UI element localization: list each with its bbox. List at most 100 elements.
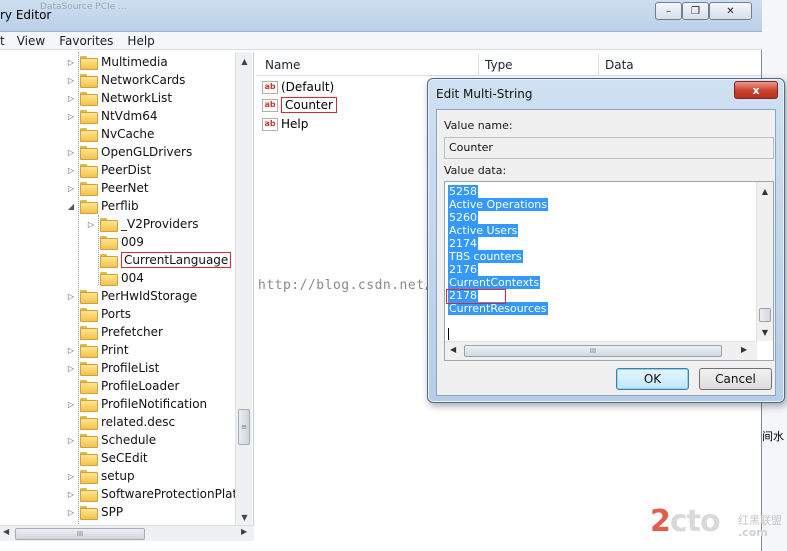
tree-item[interactable]: ◢ Perflib (66, 197, 139, 215)
expand-arrow-icon[interactable]: ▷ (66, 400, 76, 409)
menu-view[interactable]: View (17, 34, 45, 48)
folder-icon (80, 146, 98, 160)
tree-item[interactable]: Prefetcher (66, 323, 163, 341)
menu-favorites[interactable]: Favorites (59, 34, 113, 48)
tree-horizontal-scrollbar[interactable]: ◀ III ▶ (0, 525, 254, 541)
expand-arrow-icon[interactable]: ▷ (66, 166, 76, 175)
folder-icon (80, 506, 98, 520)
tree-item[interactable]: ▷ _V2Providers (86, 215, 199, 233)
ok-button[interactable]: OK (616, 368, 689, 390)
tree-item[interactable]: ProfileLoader (66, 377, 179, 395)
selected-text: TBS counters (448, 250, 523, 263)
folder-icon (80, 164, 98, 178)
value-name-field[interactable]: Counter (444, 137, 774, 159)
tree-item-label: PerHwIdStorage (101, 289, 198, 303)
value-name: Help (281, 117, 309, 131)
list-item-help[interactable]: ab Help (262, 115, 308, 133)
tree-item[interactable]: CurrentLanguage (86, 251, 232, 269)
value-data-label: Value data: (444, 164, 507, 177)
expand-arrow-icon[interactable]: ▷ (66, 436, 76, 445)
menu-help[interactable]: Help (127, 34, 154, 48)
tree-item[interactable]: ▷ OpenGLDrivers (66, 143, 192, 161)
tree-item-label: Ports (101, 307, 132, 321)
data-vertical-scrollbar[interactable]: ▲ ▼ (756, 182, 773, 341)
restore-button[interactable]: ❐ (682, 2, 709, 20)
list-item-counter[interactable]: ab Counter (262, 96, 337, 114)
expand-arrow-icon[interactable]: ▷ (66, 112, 76, 121)
expand-arrow-icon[interactable]: ▷ (86, 220, 96, 229)
string-value-icon: ab (262, 80, 278, 94)
folder-icon (80, 128, 98, 142)
tree-item[interactable]: NvCache (66, 125, 154, 143)
value-data-textarea[interactable]: CurrentResources 2178 CurrentContexts 2176 T… (444, 181, 774, 361)
scroll-left-icon[interactable]: ◀ (3, 527, 9, 536)
tree-item[interactable]: ▷ setup (66, 467, 135, 485)
tree-item[interactable]: ▷ Multimedia (66, 53, 168, 71)
column-data[interactable]: Data (605, 58, 634, 72)
tree-item-label: NetworkCards (101, 73, 186, 87)
expand-arrow-icon[interactable]: ▷ (66, 76, 76, 85)
scroll-left-icon[interactable]: ◀ (450, 345, 456, 354)
tree-item[interactable]: ▷ Schedule (66, 431, 156, 449)
tree-item[interactable]: ▷ SPP (66, 503, 123, 521)
tree-item[interactable]: ▷ PerHwIdStorage (66, 287, 197, 305)
expand-arrow-icon[interactable]: ▷ (66, 472, 76, 481)
expand-arrow-icon[interactable]: ▷ (66, 490, 76, 499)
tree-item[interactable]: 009 (86, 233, 144, 251)
string-value-icon: ab (262, 98, 278, 112)
column-name[interactable]: Name (265, 58, 300, 72)
scroll-up-icon[interactable]: ▲ (757, 184, 773, 198)
data-horizontal-scrollbar[interactable]: ◀ III ▶ (445, 341, 757, 360)
menu-file[interactable]: t (0, 34, 5, 48)
hscroll-thumb[interactable]: III (464, 345, 722, 357)
list-item-default[interactable]: ab (Default) (262, 78, 334, 96)
tree-item[interactable]: ▷ PeerNet (66, 179, 149, 197)
cancel-button[interactable]: Cancel (699, 368, 772, 390)
tree-item[interactable]: SeCEdit (66, 449, 148, 467)
expand-arrow-icon[interactable]: ▷ (66, 58, 76, 67)
tree-item[interactable]: Ports (66, 305, 131, 323)
expand-arrow-icon[interactable]: ▷ (66, 94, 76, 103)
tree-item[interactable]: ▷ ProfileNotification (66, 395, 207, 413)
expand-arrow-icon[interactable]: ◢ (66, 202, 76, 211)
scroll-thumb[interactable]: ≡ (238, 409, 250, 445)
scroll-right-icon[interactable]: ▶ (241, 527, 247, 536)
title-bar: DataSource PCIe ... ry Editor – ❐ ✕ (0, 0, 762, 32)
dialog-close-button[interactable]: x (734, 81, 778, 99)
tree-item[interactable]: ▷ NetworkList (66, 89, 172, 107)
expand-arrow-icon[interactable]: ▷ (66, 364, 76, 373)
tree-item[interactable]: 004 (86, 269, 144, 287)
folder-icon (100, 254, 118, 268)
ghost-text: DataSource PCIe ... (40, 2, 127, 12)
expand-arrow-icon[interactable]: ▷ (66, 346, 76, 355)
tree-item[interactable]: ▷ SoftwareProtectionPlatfo (66, 485, 249, 503)
tree-item-label: 004 (121, 271, 144, 285)
expand-arrow-icon[interactable]: ▷ (66, 148, 76, 157)
column-divider[interactable] (478, 54, 479, 76)
hscroll-thumb[interactable]: III (15, 528, 145, 540)
close-button[interactable]: ✕ (709, 2, 752, 20)
folder-icon (80, 182, 98, 196)
value-name: Counter (281, 97, 337, 113)
value-data-line: TBS counters (448, 250, 523, 263)
tree-item[interactable]: related.desc (66, 413, 175, 431)
minimize-button[interactable]: – (655, 2, 682, 20)
expand-arrow-icon[interactable]: ▷ (66, 508, 76, 517)
scroll-right-icon[interactable]: ▶ (741, 345, 747, 354)
scroll-down-icon[interactable]: ▼ (236, 510, 253, 524)
scroll-down-icon[interactable]: ▼ (757, 325, 773, 339)
column-type[interactable]: Type (485, 58, 513, 72)
tree-item[interactable]: ▷ NtVdm64 (66, 107, 157, 125)
scroll-thumb[interactable] (759, 308, 771, 322)
tree-vertical-scrollbar[interactable]: ▲ ≡ ▼ (235, 52, 252, 525)
background-window-text: 间水 (762, 430, 784, 443)
tree-item[interactable]: ▷ NetworkCards (66, 71, 185, 89)
tree-item-label: Print (101, 343, 129, 357)
tree-item[interactable]: ▷ ProfileList (66, 359, 159, 377)
expand-arrow-icon[interactable]: ▷ (66, 292, 76, 301)
column-divider[interactable] (598, 54, 599, 76)
tree-item[interactable]: ▷ Print (66, 341, 129, 359)
tree-item[interactable]: ▷ PeerDist (66, 161, 151, 179)
expand-arrow-icon[interactable]: ▷ (66, 184, 76, 193)
scroll-up-icon[interactable]: ▲ (236, 54, 253, 68)
